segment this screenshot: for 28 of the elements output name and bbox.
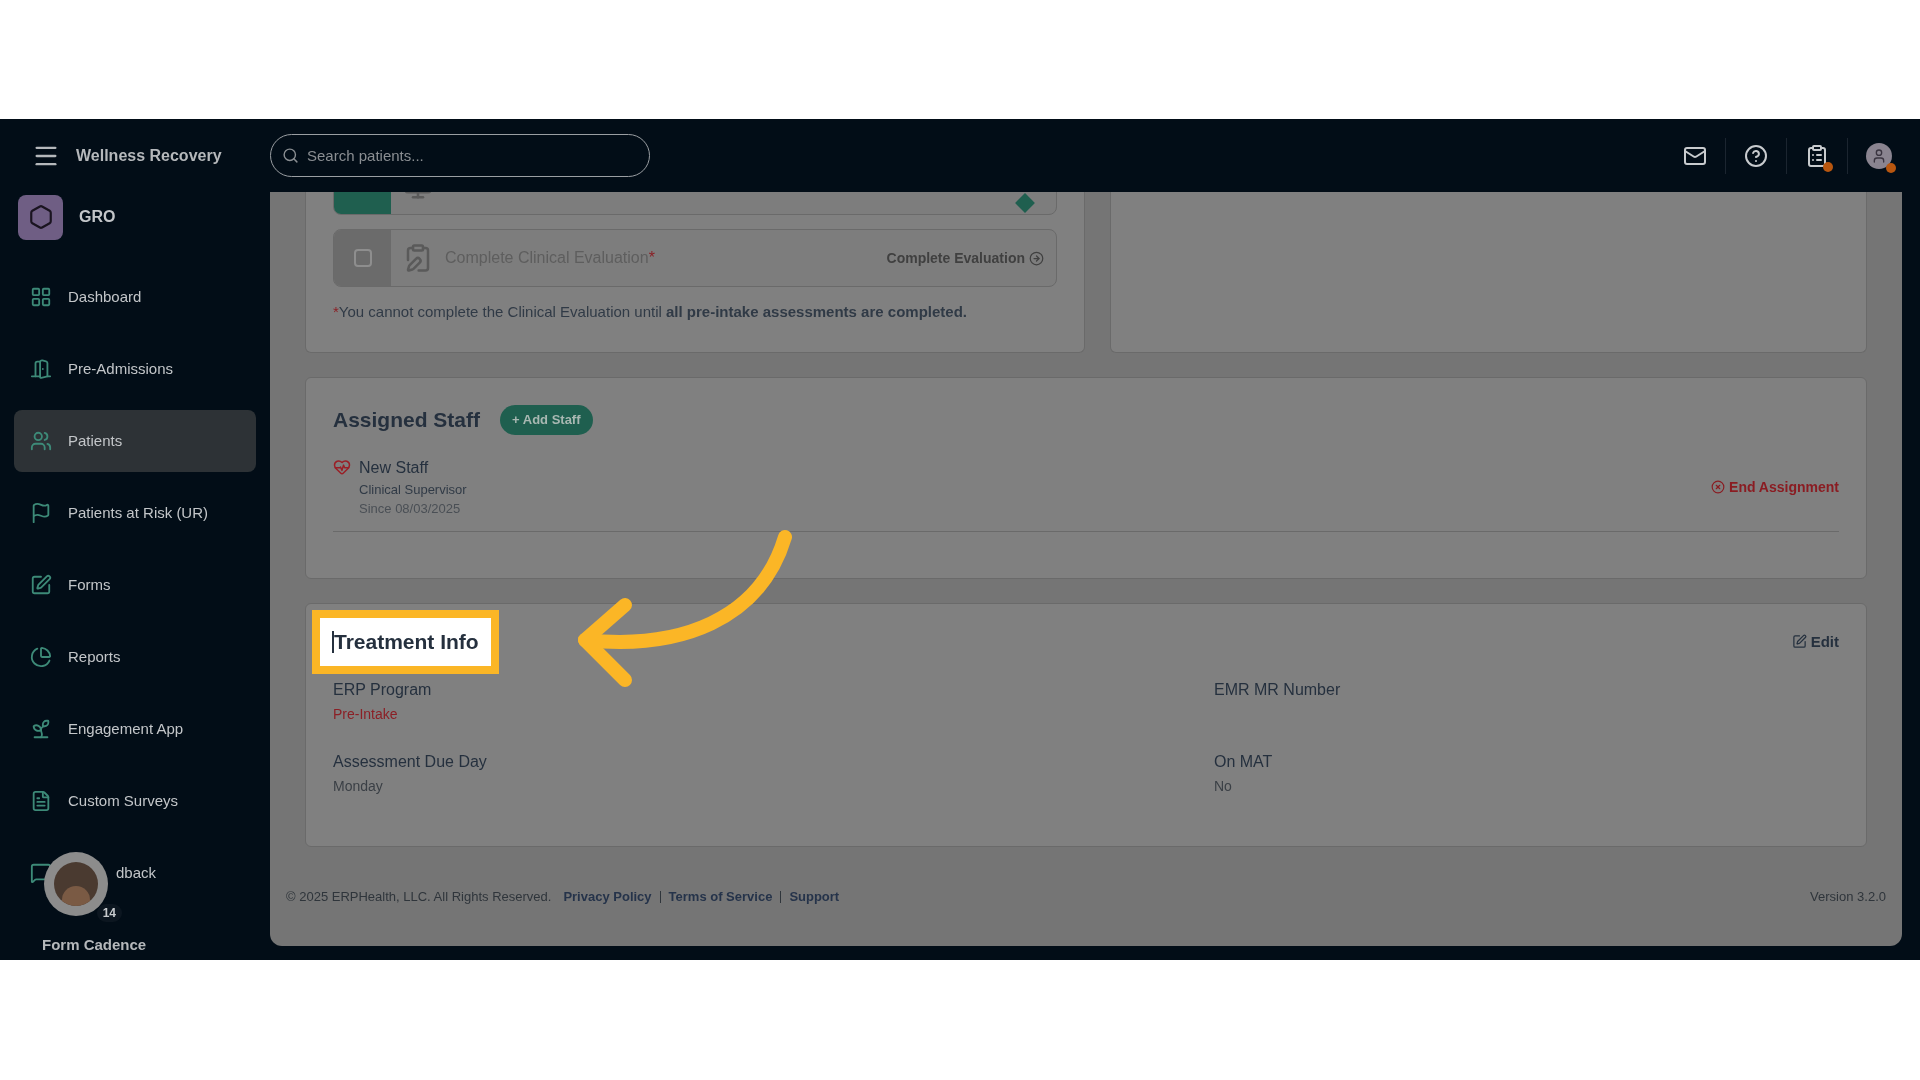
- version-text: Version 3.2.0: [1810, 887, 1886, 906]
- workspace-name: GRO: [79, 207, 116, 227]
- sidebar-item[interactable]: Dashboard: [14, 266, 256, 328]
- widget-label: Form Cadence: [42, 935, 147, 955]
- staff-name: New Staff: [359, 457, 430, 478]
- sidebar-item[interactable]: Pre-Admissions: [14, 338, 256, 400]
- count-badge: 14: [96, 904, 122, 922]
- sidebar-item[interactable]: Forms: [14, 554, 256, 616]
- field-label: Assessment Due Day: [333, 751, 488, 772]
- field-label: EMR MR Number: [1214, 679, 1342, 700]
- copyright-text: © 2025 ERPHealth, LLC. All Rights Reserved.: [286, 887, 552, 906]
- organization-name: Wellness Recovery: [76, 145, 222, 166]
- task-note: *You cannot complete the Clinical Evaluation until all pre-intake assessments are completed.: [333, 302, 968, 322]
- section-title: Assigned Staff: [333, 407, 481, 433]
- sidebar-item[interactable]: Engagement App: [14, 698, 256, 760]
- field-value: Monday: [333, 776, 384, 796]
- staff-role: Clinical Supervisor: [359, 480, 467, 499]
- field-label: On MAT: [1214, 751, 1274, 772]
- section-title: Treatment Info: [334, 629, 479, 655]
- search-field[interactable]: Search patients...: [270, 134, 650, 177]
- add-staff-button[interactable]: + Add Staff: [500, 405, 593, 435]
- sidebar-item[interactable]: Patients: [14, 410, 256, 472]
- sidebar-item[interactable]: Patients at Risk (UR): [14, 482, 256, 544]
- field-value: Pre-Intake: [333, 704, 399, 724]
- sidebar-item[interactable]: Custom Surveys: [14, 770, 256, 832]
- field-value: No: [1214, 776, 1233, 796]
- sidebar-item[interactable]: Reports: [14, 626, 256, 688]
- field-label: ERP Program: [333, 679, 433, 700]
